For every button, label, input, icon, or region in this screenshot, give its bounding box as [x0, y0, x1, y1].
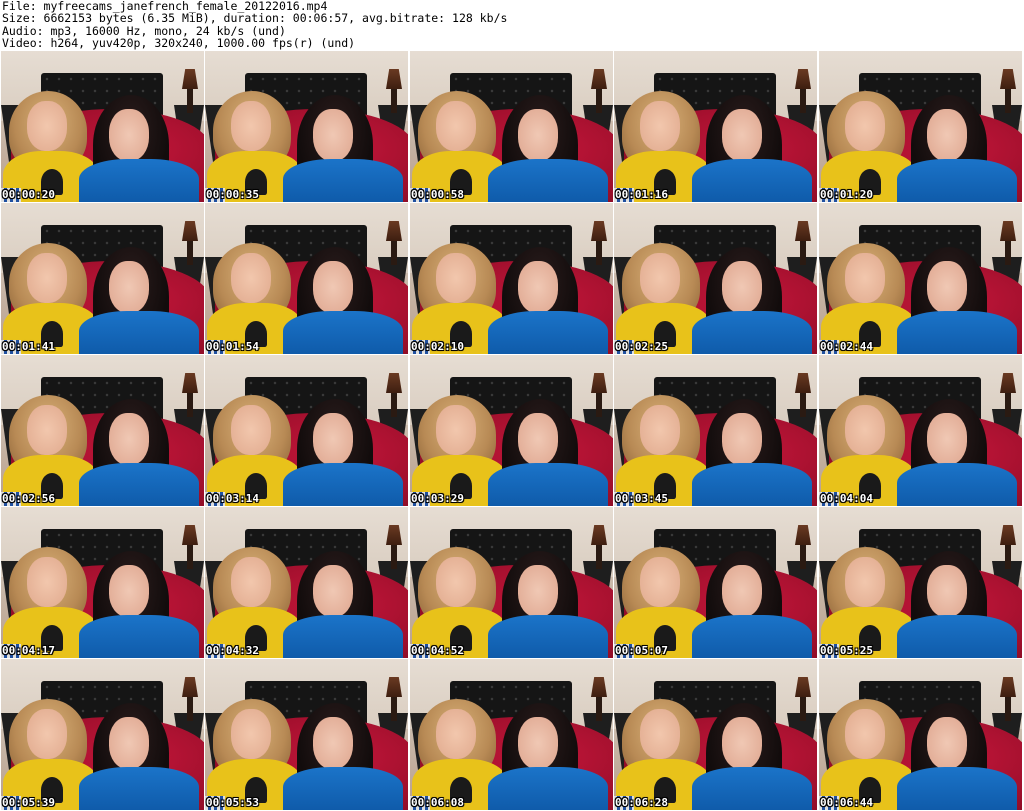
video-thumbnail: 00:01:20 [819, 51, 1022, 202]
video-thumbnail: 00:02:56 [1, 355, 204, 506]
thumbnail-timestamp: 00:04:52 [411, 644, 464, 657]
video-thumbnail: 00:03:14 [205, 355, 408, 506]
video-thumbnail: 00:06:28 [614, 659, 817, 810]
video-thumbnail: 00:00:35 [205, 51, 408, 202]
video-thumbnail: 00:00:20 [1, 51, 204, 202]
video-thumbnail: 00:02:44 [819, 203, 1022, 354]
thumbnail-timestamp: 00:01:20 [820, 188, 873, 201]
thumbnail-timestamp: 00:05:07 [615, 644, 668, 657]
thumbnail-timestamp: 00:02:25 [615, 340, 668, 353]
thumbnail-timestamp: 00:03:29 [411, 492, 464, 505]
video-thumbnail: 00:02:25 [614, 203, 817, 354]
thumbnail-timestamp: 00:04:04 [820, 492, 873, 505]
thumbnail-timestamp: 00:05:25 [820, 644, 873, 657]
video-thumbnail: 00:04:04 [819, 355, 1022, 506]
video-thumbnail: 00:02:10 [410, 203, 613, 354]
video-thumbnail: 00:04:17 [1, 507, 204, 658]
video-info-line: Video: h264, yuv420p, 320x240, 1000.00 f… [2, 35, 356, 50]
thumbnail-timestamp: 00:00:58 [411, 188, 464, 201]
thumbnail-grid: 00:00:20 00:00:35 00:00:58 00:01:16 00:01:20… [1, 51, 1024, 811]
file-size-line: Size: 6662153 bytes (6.35 MiB), duration… [2, 11, 508, 26]
video-thumbnail: 00:06:44 [819, 659, 1022, 810]
thumbnail-timestamp: 00:03:45 [615, 492, 668, 505]
thumbnail-timestamp: 00:01:41 [2, 340, 55, 353]
video-thumbnail: 00:03:29 [410, 355, 613, 506]
video-thumbnail: 00:05:39 [1, 659, 204, 810]
thumbnail-timestamp: 00:02:10 [411, 340, 464, 353]
thumbnail-timestamp: 00:03:14 [206, 492, 259, 505]
thumbnail-timestamp: 00:05:39 [2, 796, 55, 809]
thumbnail-timestamp: 00:06:44 [820, 796, 873, 809]
thumbnail-timestamp: 00:00:20 [2, 188, 55, 201]
video-thumbnail: 00:01:16 [614, 51, 817, 202]
thumbnail-timestamp: 00:05:53 [206, 796, 259, 809]
video-thumbnail: 00:01:54 [205, 203, 408, 354]
video-thumbnail: 00:05:53 [205, 659, 408, 810]
thumbnail-timestamp: 00:06:28 [615, 796, 668, 809]
thumbnail-timestamp: 00:06:08 [411, 796, 464, 809]
thumbnail-timestamp: 00:01:16 [615, 188, 668, 201]
thumbnail-timestamp: 00:04:32 [206, 644, 259, 657]
thumbnail-timestamp: 00:00:35 [206, 188, 259, 201]
video-thumbnail: 00:03:45 [614, 355, 817, 506]
file-info-header: File: myfreecams_janefrench_female_20122… [2, 0, 1022, 50]
video-thumbnail: 00:05:07 [614, 507, 817, 658]
thumbnail-timestamp: 00:04:17 [2, 644, 55, 657]
video-thumbnail: 00:00:58 [410, 51, 613, 202]
thumbnail-timestamp: 00:02:56 [2, 492, 55, 505]
video-thumbnail: 00:05:25 [819, 507, 1022, 658]
video-thumbnail: 00:04:52 [410, 507, 613, 658]
thumbnail-timestamp: 00:02:44 [820, 340, 873, 353]
video-thumbnail: 00:04:32 [205, 507, 408, 658]
video-thumbnail: 00:01:41 [1, 203, 204, 354]
thumbnail-timestamp: 00:01:54 [206, 340, 259, 353]
video-thumbnail: 00:06:08 [410, 659, 613, 810]
